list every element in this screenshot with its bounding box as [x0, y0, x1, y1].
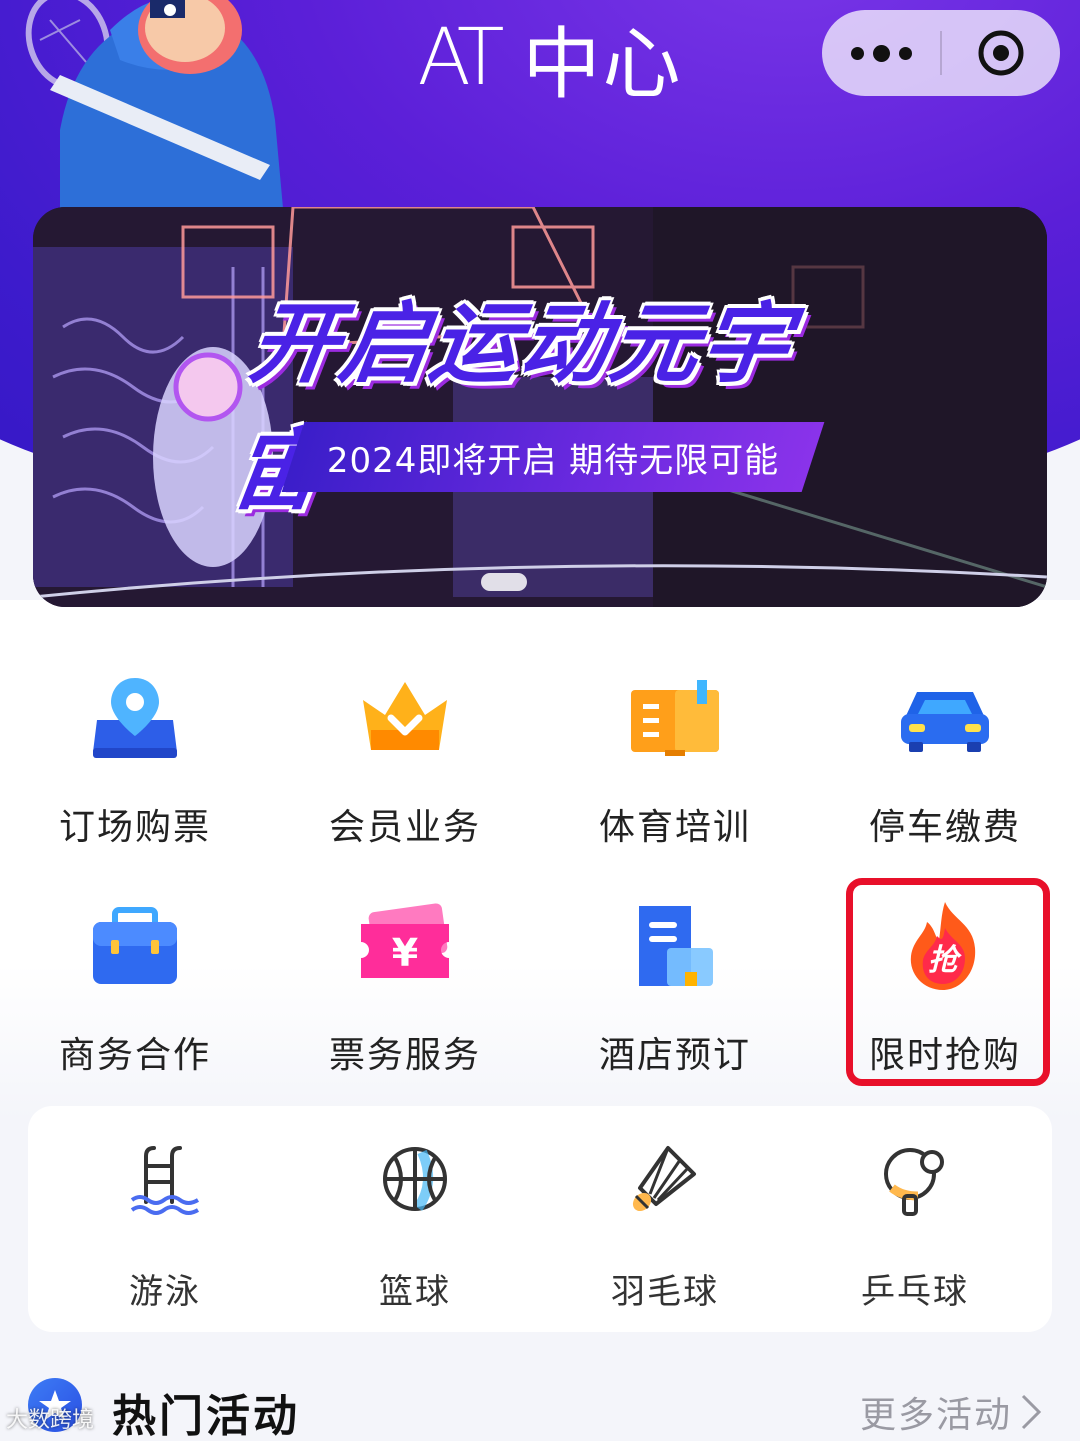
watermark: 大数跨境 — [6, 1408, 95, 1433]
sport-badminton[interactable]: 羽毛球 — [540, 1106, 790, 1332]
service-venue-booking[interactable]: 订场购票 — [0, 640, 270, 850]
service-training[interactable]: 体育培训 — [540, 640, 810, 850]
svg-text:¥: ¥ — [392, 931, 418, 975]
miniapp-capsule — [822, 10, 1060, 96]
service-label: 商务合作 — [58, 1035, 211, 1076]
service-membership[interactable]: 会员业务 — [270, 640, 540, 850]
chevron-right-icon — [1021, 1394, 1042, 1430]
service-label: 酒店预订 — [598, 1035, 751, 1076]
crown-icon — [363, 682, 447, 750]
sports-card: 游泳 篮球 羽毛球 乒乓球 — [28, 1106, 1052, 1332]
sport-label: 篮球 — [379, 1272, 451, 1312]
carousel-indicator — [481, 573, 527, 591]
promo-banner[interactable]: 开启运动元宇宙 2024即将开启 期待无限可能 — [33, 207, 1047, 607]
service-label: 会员业务 — [328, 807, 481, 848]
location-ticket-icon — [93, 678, 177, 758]
shuttlecock-icon — [632, 1146, 696, 1212]
briefcase-icon — [93, 907, 177, 984]
sport-pingpong[interactable]: 乒乓球 — [790, 1106, 1040, 1332]
hot-activities-title: 热门活动 — [112, 1391, 300, 1441]
service-hotel[interactable]: 酒店预订 — [540, 868, 810, 1078]
car-icon — [901, 692, 989, 752]
app-page: AT 中心 开启运动元宇宙 2024即将开启 期待无限可能 订场购票 会员业务 … — [0, 0, 1080, 1441]
book-icon — [631, 680, 719, 756]
sport-swimming[interactable]: 游泳 — [40, 1106, 290, 1332]
service-business[interactable]: 商务合作 — [0, 868, 270, 1078]
hot-activities-header: 热门活动 更多活动 — [28, 1370, 1052, 1441]
sport-label: 乒乓球 — [861, 1272, 969, 1312]
sport-label: 羽毛球 — [611, 1272, 719, 1312]
service-label: 体育培训 — [598, 807, 751, 848]
yuan-ticket-icon: ¥ — [361, 903, 449, 978]
more-activities-link[interactable]: 更多活动 — [860, 1386, 1042, 1438]
basketball-icon — [383, 1147, 447, 1211]
sport-basketball[interactable]: 篮球 — [290, 1106, 540, 1332]
target-circle-icon[interactable] — [942, 28, 1060, 78]
mascot-illustration — [25, 0, 285, 230]
service-parking[interactable]: 停车缴费 — [810, 640, 1080, 850]
service-label: 订场购票 — [58, 807, 211, 848]
logo-center: 中心 — [522, 20, 683, 110]
more-dots-icon[interactable] — [822, 10, 940, 96]
hotel-document-icon — [639, 906, 713, 986]
service-label: 停车缴费 — [868, 807, 1021, 848]
logo-at: AT — [417, 13, 505, 103]
service-ticketing[interactable]: ¥ 票务服务 — [270, 868, 540, 1078]
banner-subtitle: 2024即将开启 期待无限可能 — [326, 440, 780, 481]
ping-pong-icon — [884, 1148, 944, 1216]
highlight-box — [846, 878, 1050, 1086]
sport-label: 游泳 — [129, 1272, 201, 1312]
service-label: 票务服务 — [328, 1035, 481, 1076]
more-activities-label: 更多活动 — [859, 1395, 1012, 1436]
app-logo: AT 中心 — [360, 8, 740, 110]
swimming-pool-icon — [130, 1146, 200, 1215]
